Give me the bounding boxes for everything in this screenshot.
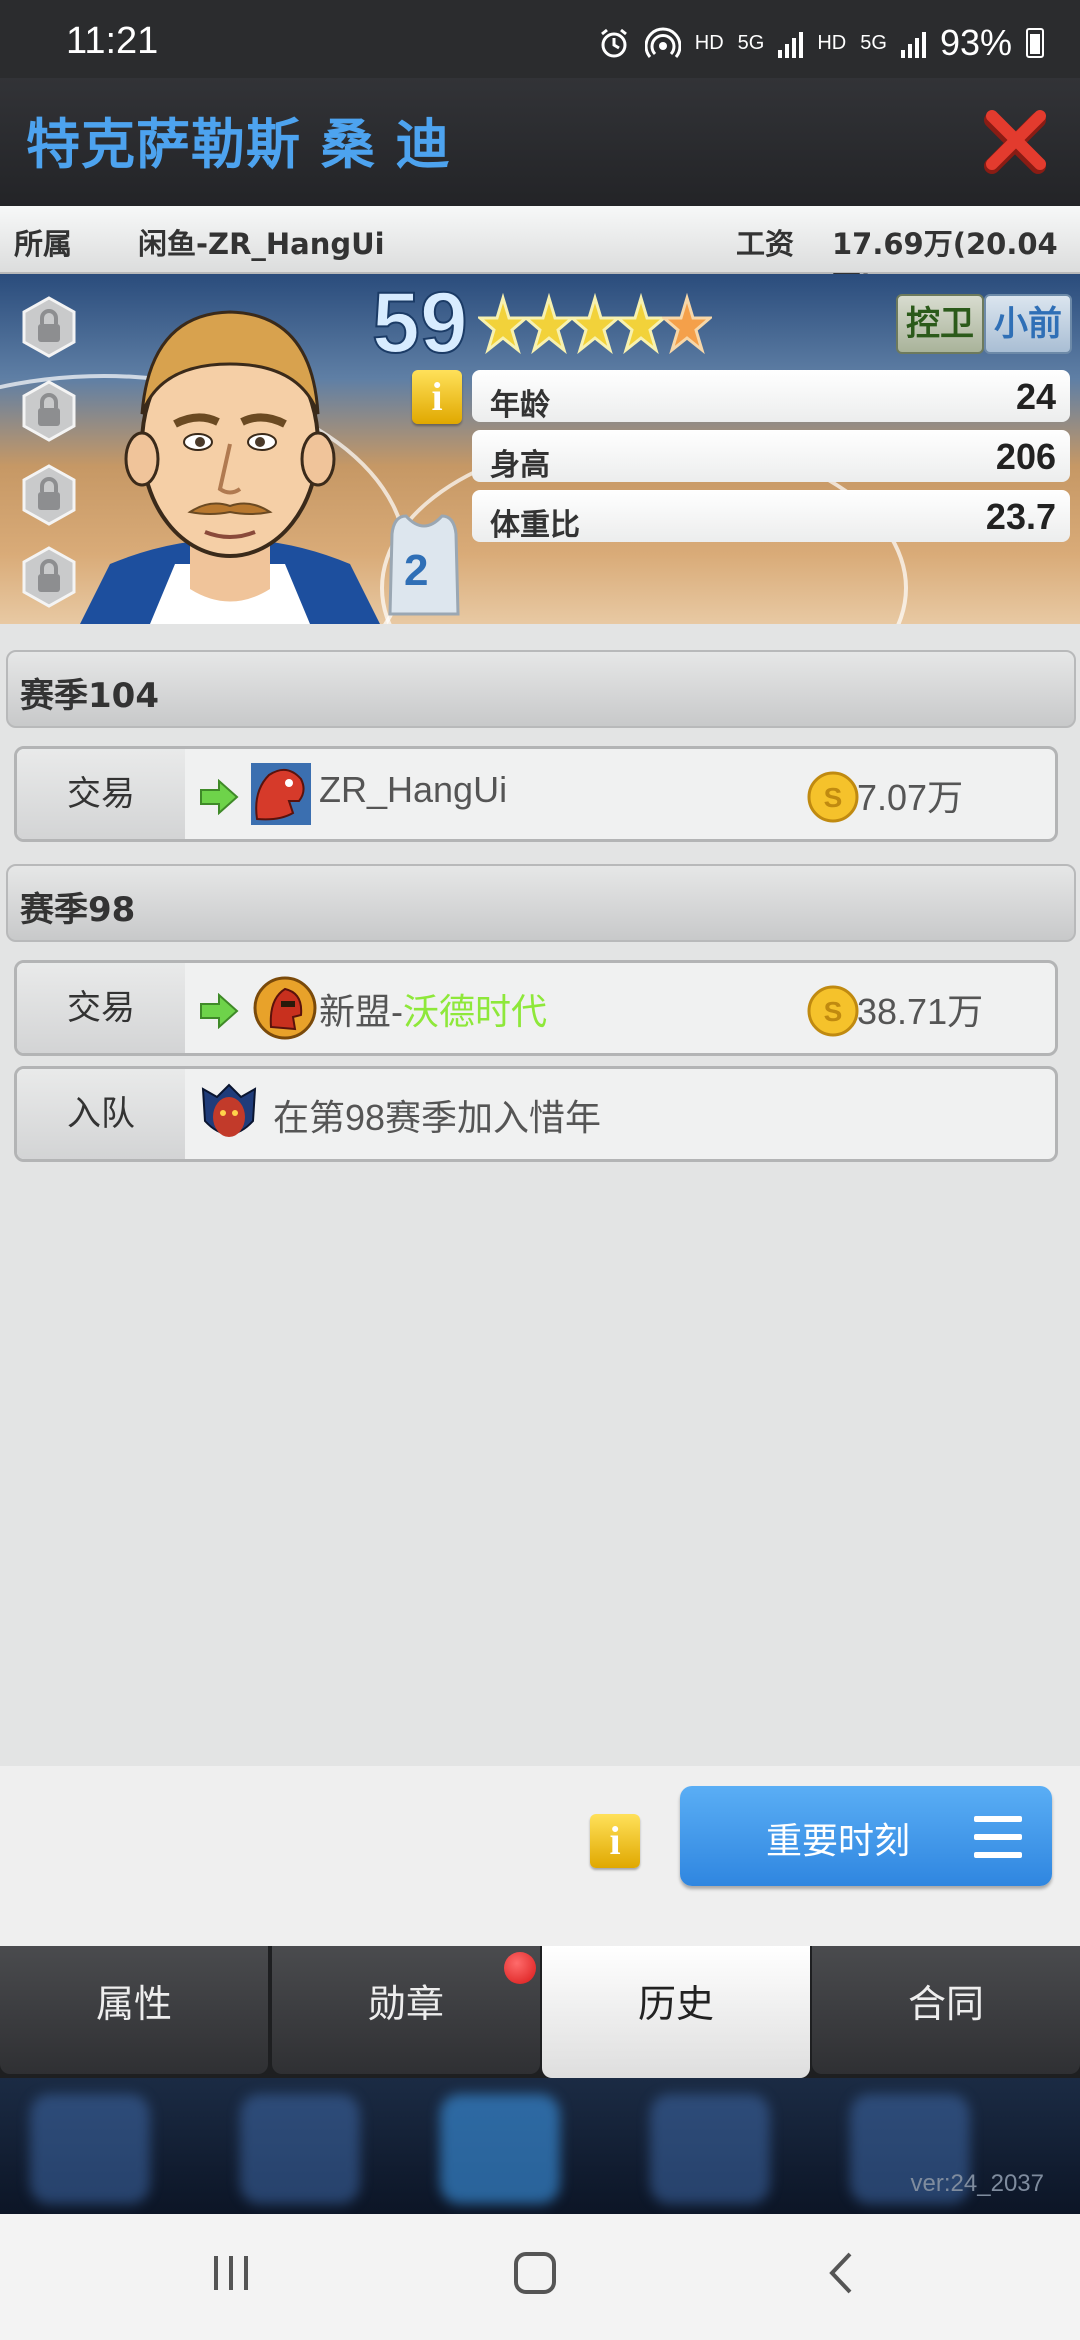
- info-icon[interactable]: i: [590, 1814, 640, 1868]
- tab-attributes[interactable]: 属性: [0, 1946, 268, 2074]
- svg-text:S: S: [824, 782, 843, 813]
- jersey-number: 2: [404, 546, 429, 595]
- network-label-1: 5G: [737, 31, 765, 54]
- hd-label-1: HD: [694, 31, 724, 54]
- team-value: 闲鱼-ZR_HangUi: [138, 227, 385, 261]
- stat-height: 身高 206: [472, 430, 1070, 483]
- hd-label-2: HD: [817, 31, 847, 54]
- arrow-right-icon: [200, 779, 239, 815]
- status-time: 11:21: [66, 20, 159, 62]
- star-icon: [616, 292, 666, 355]
- team-prefix: 新盟-: [319, 991, 403, 1032]
- nav-blur-icon[interactable]: [240, 2094, 360, 2204]
- event-type: 交易: [17, 749, 185, 839]
- star-icon: [570, 292, 620, 355]
- info-icon[interactable]: i: [412, 370, 462, 424]
- team-logo-icon: [253, 976, 317, 1040]
- player-name: 特克萨勒斯 桑 迪: [26, 113, 451, 176]
- star-rating: [478, 290, 712, 360]
- version-label: ver:24_2037: [910, 2170, 1044, 2197]
- nav-blur-icon[interactable]: [650, 2094, 770, 2204]
- recent-apps-icon[interactable]: [208, 2250, 254, 2296]
- nav-blur-icon[interactable]: [30, 2094, 150, 2204]
- half-star-icon: [662, 292, 712, 355]
- stat-label: 体重比: [490, 508, 580, 543]
- salary-label: 工资: [736, 227, 795, 261]
- stat-age: 年龄 24: [472, 370, 1070, 423]
- signal-icon-1: [778, 28, 804, 58]
- team-logo-icon: [201, 1083, 257, 1137]
- team-highlight: 沃德时代: [403, 991, 548, 1032]
- menu-icon: [974, 1816, 1022, 1858]
- history-row-trade[interactable]: 交易 新盟-沃德时代 S 38.71万: [14, 960, 1058, 1056]
- season-title: 赛季98: [20, 890, 136, 930]
- back-icon[interactable]: [820, 2250, 866, 2296]
- season-header: 赛季98: [6, 864, 1076, 942]
- svg-text:S: S: [824, 996, 843, 1027]
- notification-dot: [504, 1952, 536, 1984]
- nav-blur-icon[interactable]: [440, 2094, 560, 2204]
- season-title: 赛季104: [20, 676, 159, 716]
- team-salary-row: 所属 闲鱼-ZR_HangUi 工资 17.69万(20.04万): [0, 206, 1080, 303]
- event-team: 新盟-沃德时代: [319, 983, 547, 1035]
- close-icon[interactable]: [982, 106, 1052, 176]
- key-moments-button[interactable]: 重要时刻: [680, 1786, 1052, 1886]
- status-icons: HD 5G HD 5G 93%: [597, 22, 1044, 64]
- lock-icon[interactable]: [22, 464, 76, 526]
- arrow-right-icon: [200, 993, 239, 1029]
- event-team: ZR_HangUi: [319, 769, 508, 810]
- stat-value: 206: [995, 436, 1056, 477]
- stat-value: 23.7: [985, 496, 1056, 537]
- player-header: 特克萨勒斯 桑 迪: [0, 78, 1080, 206]
- stat-weight-ratio: 体重比 23.7: [472, 490, 1070, 543]
- status-bar: 11:21 HD 5G HD 5G 93%: [0, 0, 1080, 78]
- battery-percent: 93%: [939, 22, 1012, 63]
- home-icon[interactable]: [512, 2250, 558, 2296]
- signal-icon-2: [900, 28, 926, 58]
- lock-icon[interactable]: [22, 296, 76, 358]
- battery-icon: [1026, 28, 1044, 58]
- action-bar: i 重要时刻: [0, 1766, 1080, 1946]
- key-moments-label: 重要时刻: [766, 1821, 911, 1862]
- position-badge-pg: 控卫: [896, 294, 984, 354]
- player-avatar: [80, 310, 380, 624]
- lock-icon[interactable]: [22, 546, 76, 608]
- event-type: 入队: [17, 1069, 185, 1159]
- tab-bar: 属性 勋章 历史 合同: [0, 1946, 1080, 2078]
- history-row-join[interactable]: 入队 在第98赛季加入惜年: [14, 1066, 1058, 1162]
- event-description: 在第98赛季加入惜年: [273, 1097, 602, 1138]
- star-icon: [524, 292, 574, 355]
- event-amount: 7.07万: [857, 777, 964, 818]
- history-row-trade[interactable]: 交易 ZR_HangUi S 7.07万: [14, 746, 1058, 842]
- tab-badges[interactable]: 勋章: [272, 1946, 540, 2074]
- coin-icon: S: [807, 771, 859, 823]
- coin-icon: S: [807, 985, 859, 1037]
- star-icon: [478, 292, 528, 355]
- team-label: 所属: [14, 227, 73, 261]
- event-type: 交易: [17, 963, 185, 1053]
- player-rating: 59: [371, 274, 469, 372]
- hotspot-icon: [644, 27, 681, 58]
- event-amount: 38.71万: [857, 991, 984, 1032]
- tab-history[interactable]: 历史: [542, 1946, 810, 2078]
- season-header: 赛季104: [6, 650, 1076, 728]
- player-card: 2 59 控卫 小前 i 年龄 24 身高 206 体重比 23.7: [0, 274, 1080, 624]
- position-badge-sf: 小前: [984, 294, 1072, 354]
- alarm-icon: [600, 28, 627, 58]
- tab-contract[interactable]: 合同: [812, 1946, 1080, 2074]
- stat-value: 24: [1015, 376, 1056, 417]
- stat-label: 身高: [490, 448, 550, 483]
- lock-icon[interactable]: [22, 380, 76, 442]
- stat-label: 年龄: [490, 388, 550, 423]
- system-nav-bar: [0, 2214, 1080, 2340]
- team-logo-icon: [251, 763, 311, 825]
- network-label-2: 5G: [860, 31, 887, 54]
